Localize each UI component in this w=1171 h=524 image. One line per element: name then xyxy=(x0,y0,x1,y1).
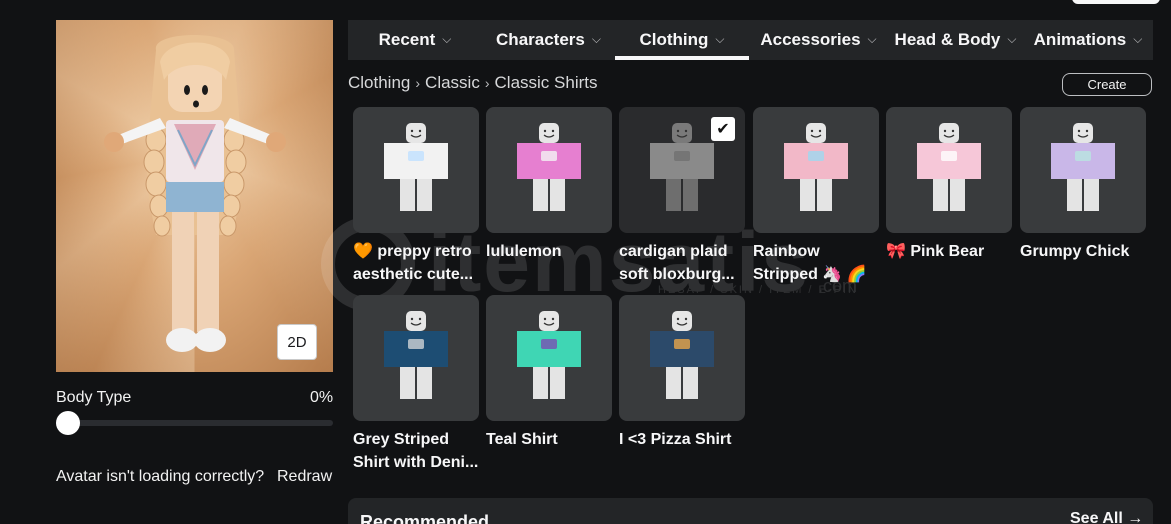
item-thumbnail[interactable] xyxy=(753,107,879,233)
chevron-down-icon: ⌵ xyxy=(715,31,725,46)
item-name[interactable]: Rainbow Stripped 🦄 🌈 xyxy=(753,240,879,286)
shirt-avatar-icon xyxy=(517,311,581,399)
redraw-link[interactable]: Redraw xyxy=(277,468,332,486)
breadcrumb: Clothing › Classic › Classic Shirts xyxy=(348,73,597,93)
checkmark-icon[interactable]: ✔ xyxy=(711,117,735,141)
item-thumbnail[interactable] xyxy=(486,107,612,233)
tab-label: Clothing xyxy=(639,30,709,49)
chevron-right-icon: › xyxy=(415,75,421,91)
view-2d-toggle[interactable]: 2D xyxy=(277,324,317,360)
recommended-section: Recommended See All → xyxy=(348,498,1153,524)
item-thumbnail[interactable] xyxy=(353,107,479,233)
tab-clothing[interactable]: Clothing ⌵ xyxy=(615,20,749,60)
see-all-link[interactable]: See All → xyxy=(1070,510,1143,524)
tab-characters[interactable]: Characters ⌵ xyxy=(482,20,615,60)
tab-label: Characters xyxy=(496,30,585,49)
category-tabs: Recent ⌵ Characters ⌵ Clothing ⌵ Accessorie… xyxy=(348,20,1153,60)
shirt-avatar-icon xyxy=(517,123,581,211)
item-name[interactable]: cardigan plaid soft bloxburg... xyxy=(619,240,745,286)
redraw-prompt: Avatar isn't loading correctly? xyxy=(56,468,265,485)
item-card[interactable]: I <3 Pizza Shirt xyxy=(619,295,745,451)
body-type-slider-thumb[interactable] xyxy=(56,411,80,435)
create-button[interactable]: Create xyxy=(1062,73,1152,96)
shirt-avatar-icon xyxy=(784,123,848,211)
item-thumbnail[interactable]: ✔ xyxy=(619,107,745,233)
item-name[interactable]: Grey Striped Shirt with Deni... xyxy=(353,428,479,474)
tab-label: Head & Body xyxy=(894,30,1001,49)
tab-recent[interactable]: Recent ⌵ xyxy=(348,20,482,60)
tab-label: Animations xyxy=(1033,30,1127,49)
top-right-button[interactable] xyxy=(1072,0,1160,4)
chevron-down-icon: ⌵ xyxy=(591,31,601,46)
chevron-right-icon: › xyxy=(484,75,490,91)
item-thumbnail[interactable] xyxy=(353,295,479,421)
chevron-down-icon: ⌵ xyxy=(1133,31,1143,46)
item-card[interactable]: Grey Striped Shirt with Deni... xyxy=(353,295,479,474)
item-card[interactable]: Rainbow Stripped 🦄 🌈 xyxy=(753,107,879,286)
shirt-avatar-icon xyxy=(917,123,981,211)
body-type-slider-track[interactable] xyxy=(56,420,333,426)
chevron-down-icon: ⌵ xyxy=(867,31,877,46)
item-thumbnail[interactable] xyxy=(886,107,1012,233)
breadcrumb-classic-shirts[interactable]: Classic Shirts xyxy=(495,73,598,93)
item-name[interactable]: Grumpy Chick xyxy=(1020,240,1146,263)
chevron-down-icon: ⌵ xyxy=(442,31,452,46)
tab-label: Recent xyxy=(378,30,436,49)
chevron-down-icon: ⌵ xyxy=(1007,31,1017,46)
tab-animations[interactable]: Animations ⌵ xyxy=(1023,20,1153,60)
item-card[interactable]: lululemon xyxy=(486,107,612,263)
avatar-preview xyxy=(56,20,333,372)
item-name[interactable]: 🎀 Pink Bear xyxy=(886,240,1012,263)
avatar-figure xyxy=(104,35,286,352)
item-thumbnail[interactable] xyxy=(619,295,745,421)
item-name[interactable]: lululemon xyxy=(486,240,612,263)
item-card[interactable]: 🧡 preppy retro aesthetic cute... xyxy=(353,107,479,286)
tab-head-body[interactable]: Head & Body ⌵ xyxy=(888,20,1023,60)
tab-label: Accessories xyxy=(760,30,861,49)
item-name[interactable]: 🧡 preppy retro aesthetic cute... xyxy=(353,240,479,286)
body-type-label: Body Type xyxy=(56,389,132,406)
tab-accessories[interactable]: Accessories ⌵ xyxy=(749,20,888,60)
breadcrumb-clothing[interactable]: Clothing xyxy=(348,73,410,93)
shirt-avatar-icon xyxy=(1051,123,1115,211)
shirt-avatar-icon xyxy=(384,311,448,399)
item-card[interactable]: 🎀 Pink Bear xyxy=(886,107,1012,263)
item-thumbnail[interactable] xyxy=(1020,107,1146,233)
shirt-avatar-icon xyxy=(650,311,714,399)
shirt-avatar-icon xyxy=(384,123,448,211)
item-name[interactable]: I <3 Pizza Shirt xyxy=(619,428,745,451)
body-type-value: 0% xyxy=(310,389,334,406)
breadcrumb-classic[interactable]: Classic xyxy=(425,73,480,93)
item-card[interactable]: ✔ cardigan plaid soft bloxburg... xyxy=(619,107,745,286)
item-thumbnail[interactable] xyxy=(486,295,612,421)
item-card[interactable]: Teal Shirt xyxy=(486,295,612,451)
item-card[interactable]: Grumpy Chick xyxy=(1020,107,1146,263)
item-name[interactable]: Teal Shirt xyxy=(486,428,612,451)
item-grid: 🧡 preppy retro aesthetic cute... lululemo… xyxy=(353,107,1153,487)
recommended-title: Recommended xyxy=(360,512,490,524)
